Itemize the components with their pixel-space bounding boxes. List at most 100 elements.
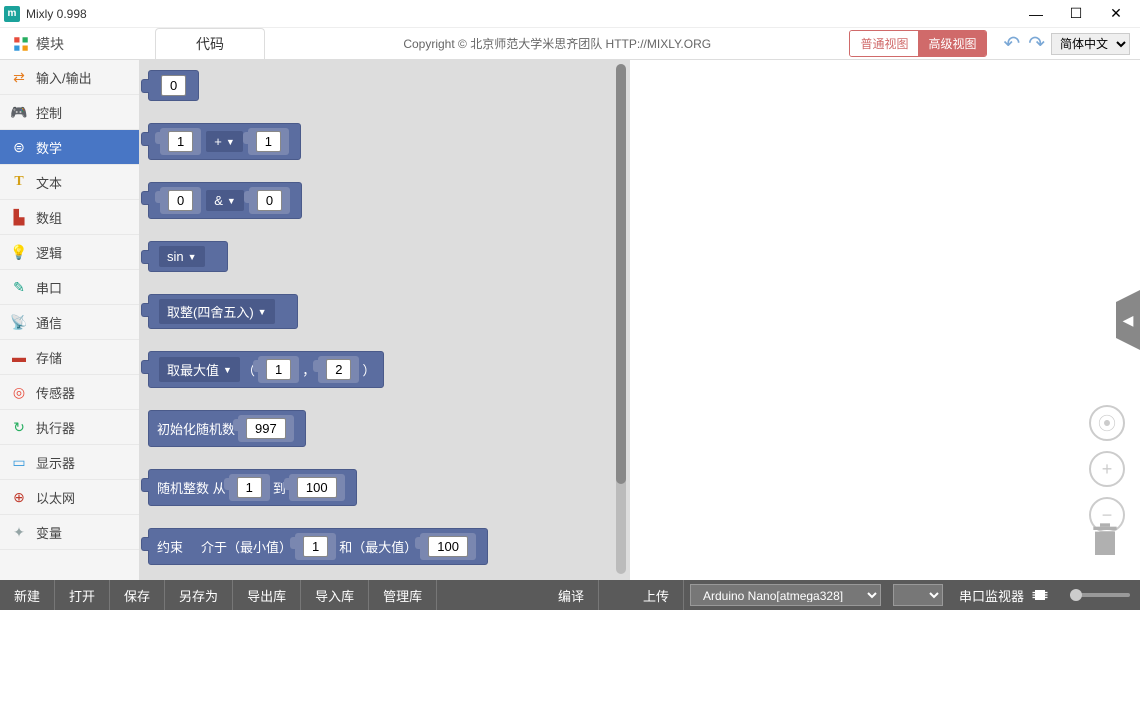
sidebar-item-5[interactable]: 💡逻辑	[0, 235, 139, 270]
language-select[interactable]: 简体中文	[1051, 33, 1130, 55]
category-icon: ◎	[10, 383, 28, 401]
maximize-button[interactable]: ☐	[1056, 2, 1096, 26]
port-select[interactable]	[893, 584, 943, 606]
window-title: Mixly 0.998	[26, 7, 1016, 21]
category-icon: ↻	[10, 418, 28, 436]
category-sidebar: ⇄输入/输出🎮控制 ⊜ 数学 T文本▙数组💡逻辑✎串口 📡 通信 ▬ 存储 ◎ 传感器 ↻ 执行器 ▭ 显…	[0, 60, 140, 580]
chip-icon	[1030, 585, 1050, 605]
sidebar-item-0[interactable]: ⇄输入/输出	[0, 60, 139, 95]
window-controls: — ☐ ✕	[1016, 2, 1136, 26]
undo-button[interactable]: ↶	[1003, 31, 1020, 56]
sidebar-item-12[interactable]: ⊕ 以太网	[0, 480, 139, 515]
randint-to[interactable]: 100	[297, 477, 337, 498]
constrain-label3: 和（最大值）	[339, 537, 417, 556]
block-bitwise[interactable]: 0 &▼ 0	[148, 182, 302, 219]
operand-b[interactable]: 0	[257, 190, 282, 211]
export-button[interactable]: 导出库	[233, 580, 301, 610]
category-icon: ✎	[10, 278, 28, 296]
saveas-button[interactable]: 另存为	[165, 580, 233, 610]
sidebar-item-1[interactable]: 🎮控制	[0, 95, 139, 130]
sidebar-item-13[interactable]: ✦变量	[0, 515, 139, 550]
category-icon: T	[10, 173, 28, 191]
sidebar-item-10[interactable]: ↻ 执行器	[0, 410, 139, 445]
category-label: 存储	[36, 348, 62, 367]
block-arithmetic[interactable]: 1 +▼ 1	[148, 123, 301, 160]
category-label: 输入/输出	[36, 68, 92, 87]
block-max[interactable]: 取最大值▼ （ 1 ， 2 ）	[148, 351, 384, 388]
randseed-value[interactable]: 997	[246, 418, 286, 439]
block-constrain[interactable]: 约束 介于（最小值） 1 和（最大值） 100	[148, 528, 488, 565]
randint-from[interactable]: 1	[237, 477, 262, 498]
save-button[interactable]: 保存	[110, 580, 165, 610]
max-a[interactable]: 1	[266, 359, 291, 380]
sidebar-item-2[interactable]: ⊜ 数学	[0, 130, 139, 165]
number-input[interactable]: 0	[161, 75, 186, 96]
constrain-min[interactable]: 1	[303, 536, 328, 557]
category-label: 变量	[36, 523, 62, 542]
constrain-max[interactable]: 100	[428, 536, 468, 557]
category-icon: 📡	[10, 313, 28, 331]
compile-button[interactable]: 编译	[544, 580, 599, 610]
block-number[interactable]: 0	[148, 70, 199, 101]
trash-icon[interactable]	[1085, 520, 1125, 560]
category-icon: ⊕	[10, 488, 28, 506]
randint-label1: 随机整数 从	[157, 478, 226, 497]
block-random-int[interactable]: 随机整数 从 1 到 100	[148, 469, 357, 506]
category-icon: ⊜	[10, 138, 28, 156]
category-icon: ▭	[10, 453, 28, 471]
constrain-label2: 介于（最小值）	[201, 537, 292, 556]
trig-dropdown[interactable]: sin▼	[159, 246, 205, 267]
category-label: 通信	[36, 313, 62, 332]
open-button[interactable]: 打开	[55, 580, 110, 610]
operand-b[interactable]: 1	[256, 131, 281, 152]
sidebar-item-11[interactable]: ▭ 显示器	[0, 445, 139, 480]
operator-dropdown[interactable]: &▼	[206, 190, 244, 211]
close-button[interactable]: ✕	[1096, 2, 1136, 26]
block-trig[interactable]: sin▼	[148, 241, 228, 272]
import-button[interactable]: 导入库	[301, 580, 369, 610]
sidebar-item-8[interactable]: ▬ 存储	[0, 340, 139, 375]
sidebar-item-9[interactable]: ◎ 传感器	[0, 375, 139, 410]
max-b[interactable]: 2	[326, 359, 351, 380]
center-button[interactable]: ⦿	[1089, 405, 1125, 441]
zoom-in-button[interactable]: +	[1089, 451, 1125, 487]
serial-monitor-button[interactable]: 串口监视器	[949, 580, 1060, 610]
category-label: 执行器	[36, 418, 75, 437]
app-icon: m	[4, 6, 20, 22]
minimize-button[interactable]: —	[1016, 2, 1056, 26]
zoom-slider[interactable]	[1070, 593, 1130, 597]
operand-a[interactable]: 0	[168, 190, 193, 211]
redo-button[interactable]: ↷	[1028, 31, 1045, 56]
operator-dropdown[interactable]: +▼	[206, 131, 243, 152]
sidebar-item-3[interactable]: T文本	[0, 165, 139, 200]
category-label: 以太网	[36, 488, 75, 507]
scrollbar-thumb[interactable]	[616, 64, 626, 484]
view-advanced-button[interactable]: 高级视图	[918, 31, 986, 56]
max-dropdown[interactable]: 取最大值▼	[159, 357, 240, 382]
manage-button[interactable]: 管理库	[369, 580, 437, 610]
category-icon: ▬	[10, 348, 28, 366]
sidebar-item-4[interactable]: ▙数组	[0, 200, 139, 235]
sidebar-item-7[interactable]: 📡 通信	[0, 305, 139, 340]
board-select[interactable]: Arduino Nano[atmega328]	[690, 584, 881, 606]
bottom-toolbar: 新建 打开 保存 另存为 导出库 导入库 管理库 编译 上传 Arduino N…	[0, 580, 1140, 610]
module-tab[interactable]: 模块	[0, 28, 155, 59]
round-dropdown[interactable]: 取整(四舍五入)▼	[159, 299, 275, 324]
zoom-controls: ⦿ + −	[1089, 405, 1125, 533]
sidebar-item-6[interactable]: ✎串口	[0, 270, 139, 305]
slider-thumb[interactable]	[1070, 589, 1082, 601]
new-button[interactable]: 新建	[0, 580, 55, 610]
category-label: 显示器	[36, 453, 75, 472]
upload-button[interactable]: 上传	[629, 580, 684, 610]
view-normal-button[interactable]: 普通视图	[850, 31, 918, 56]
category-label: 控制	[36, 103, 62, 122]
category-label: 数学	[36, 138, 62, 157]
block-round[interactable]: 取整(四舍五入)▼	[148, 294, 298, 329]
code-tab[interactable]: 代码	[155, 28, 265, 59]
undo-redo: ↶ ↷	[1003, 31, 1045, 56]
serial-monitor-label: 串口监视器	[959, 586, 1024, 605]
palette-scrollbar[interactable]	[616, 64, 626, 574]
category-label: 传感器	[36, 383, 75, 402]
operand-a[interactable]: 1	[168, 131, 193, 152]
block-random-seed[interactable]: 初始化随机数 997	[148, 410, 306, 447]
